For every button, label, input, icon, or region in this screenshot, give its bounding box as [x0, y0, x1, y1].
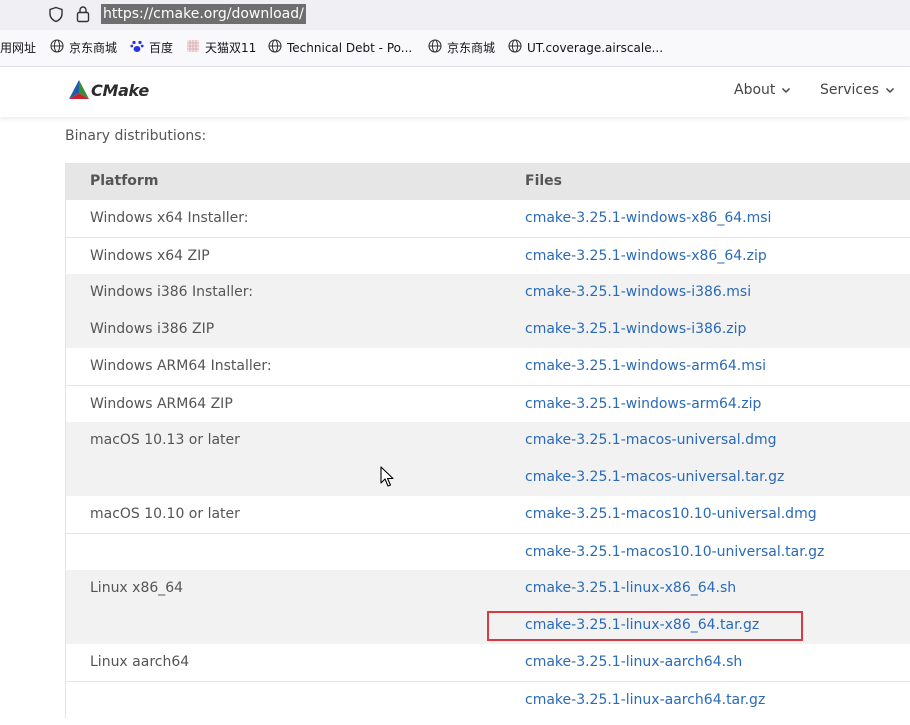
site-header: CMake About Services — [0, 67, 910, 117]
platform-cell: Windows i386 ZIP — [90, 321, 215, 337]
file-link[interactable]: cmake-3.25.1-windows-arm64.zip — [525, 386, 761, 423]
file-link[interactable]: cmake-3.25.1-linux-x86_64.sh — [525, 570, 736, 607]
table-row: Windows x64 ZIP cmake-3.25.1-windows-x86… — [66, 237, 910, 274]
file-link[interactable]: cmake-3.25.1-macos-universal.tar.gz — [525, 459, 784, 496]
globe-icon — [508, 38, 522, 58]
file-link[interactable]: cmake-3.25.1-windows-arm64.msi — [525, 348, 766, 385]
file-link[interactable]: cmake-3.25.1-windows-i386.msi — [525, 274, 751, 311]
file-link[interactable]: cmake-3.25.1-macos10.10-universal.tar.gz — [525, 534, 824, 571]
file-link[interactable]: cmake-3.25.1-macos-universal.dmg — [525, 422, 777, 459]
baidu-paw-icon — [130, 39, 144, 58]
file-link[interactable]: cmake-3.25.1-macos10.10-universal.dmg — [525, 496, 817, 533]
file-link[interactable]: cmake-3.25.1-windows-x86_64.zip — [525, 238, 767, 275]
bookmark-item[interactable]: UT.coverage.airscale... — [508, 38, 664, 58]
table-row: Windows i386 Installer: cmake-3.25.1-win… — [66, 274, 910, 311]
browser-url-bar: https://cmake.org/download/ — [0, 0, 910, 30]
bookmark-label: 京东商城 — [69, 41, 118, 55]
globe-icon — [50, 38, 64, 58]
lock-icon[interactable] — [76, 5, 90, 27]
platform-cell: Windows i386 Installer: — [90, 284, 253, 300]
chevron-down-icon — [781, 82, 791, 98]
mouse-cursor-icon — [380, 466, 394, 492]
shield-icon[interactable] — [48, 6, 64, 27]
file-link[interactable]: cmake-3.25.1-windows-x86_64.msi — [525, 200, 771, 237]
table-row: Linux x86_64 cmake-3.25.1-linux-x86_64.s… — [66, 570, 910, 607]
tmall-icon — [186, 39, 200, 58]
bookmark-item[interactable]: Technical Debt - Po... — [268, 38, 413, 58]
table-row: Windows x64 Installer: cmake-3.25.1-wind… — [66, 200, 910, 237]
globe-icon — [268, 38, 282, 58]
bookmark-label: 百度 — [149, 41, 174, 55]
bookmark-item[interactable]: 用网址 — [0, 39, 36, 57]
table-row: macOS 10.10 or later cmake-3.25.1-macos1… — [66, 496, 910, 533]
platform-cell: Linux x86_64 — [90, 580, 184, 596]
platform-cell: Linux aarch64 — [90, 654, 190, 670]
chevron-down-icon — [885, 82, 895, 98]
bookmark-item[interactable]: 百度 — [130, 39, 173, 57]
table-row: cmake-3.25.1-macos10.10-universal.tar.gz — [66, 533, 910, 570]
nav-label: Services — [820, 82, 880, 98]
table-row: Linux aarch64 cmake-3.25.1-linux-aarch64… — [66, 644, 910, 681]
url-field[interactable]: https://cmake.org/download/ — [101, 4, 306, 24]
bookmark-item[interactable]: 京东商城 — [50, 38, 118, 58]
platform-cell: Windows x64 ZIP — [90, 248, 210, 264]
bookmark-label: Technical Debt - Po... — [287, 41, 413, 55]
bookmark-label: 用网址 — [0, 41, 37, 55]
bookmarks-toolbar: 用网址 京东商城 百度 天猫双11 Technical Debt - Po...… — [0, 30, 910, 67]
bookmark-label: 京东商城 — [447, 41, 496, 55]
platform-cell: macOS 10.10 or later — [90, 506, 240, 522]
platform-cell: macOS 10.13 or later — [90, 432, 240, 448]
binary-distributions-heading: Binary distributions: — [65, 128, 207, 144]
platform-cell: Windows x64 Installer: — [90, 210, 249, 226]
nav-about[interactable]: About — [734, 82, 791, 98]
bookmark-item[interactable]: 京东商城 — [428, 38, 496, 58]
table-row: Windows ARM64 ZIP cmake-3.25.1-windows-a… — [66, 385, 910, 422]
cmake-triangle-icon — [69, 80, 89, 99]
file-link[interactable]: cmake-3.25.1-linux-aarch64.sh — [525, 644, 742, 681]
table-row: Windows ARM64 Installer: cmake-3.25.1-wi… — [66, 348, 910, 385]
nav-services[interactable]: Services — [820, 82, 895, 98]
cmake-logo[interactable]: CMake — [68, 79, 149, 101]
file-link[interactable]: cmake-3.25.1-linux-aarch64.tar.gz — [525, 682, 765, 719]
table-header-row: Platform Files — [66, 163, 910, 200]
column-header-files: Files — [525, 173, 562, 189]
platform-cell: Windows ARM64 Installer: — [90, 358, 272, 374]
table-row: Windows i386 ZIP cmake-3.25.1-windows-i3… — [66, 311, 910, 348]
bookmark-label: 天猫双11 — [205, 41, 257, 55]
nav-label: About — [734, 82, 776, 98]
logo-text: CMake — [91, 80, 149, 100]
platform-cell: Windows ARM64 ZIP — [90, 396, 233, 412]
globe-icon — [428, 38, 442, 58]
table-row: cmake-3.25.1-macos-universal.tar.gz — [66, 459, 910, 496]
table-row: macOS 10.13 or later cmake-3.25.1-macos-… — [66, 422, 910, 459]
bookmark-label: UT.coverage.airscale... — [527, 41, 664, 55]
column-header-platform: Platform — [90, 173, 159, 189]
table-row: cmake-3.25.1-linux-aarch64.tar.gz — [66, 681, 910, 718]
file-link[interactable]: cmake-3.25.1-windows-i386.zip — [525, 311, 746, 348]
bookmark-item[interactable]: 天猫双11 — [186, 39, 256, 57]
highlight-box — [487, 611, 803, 641]
